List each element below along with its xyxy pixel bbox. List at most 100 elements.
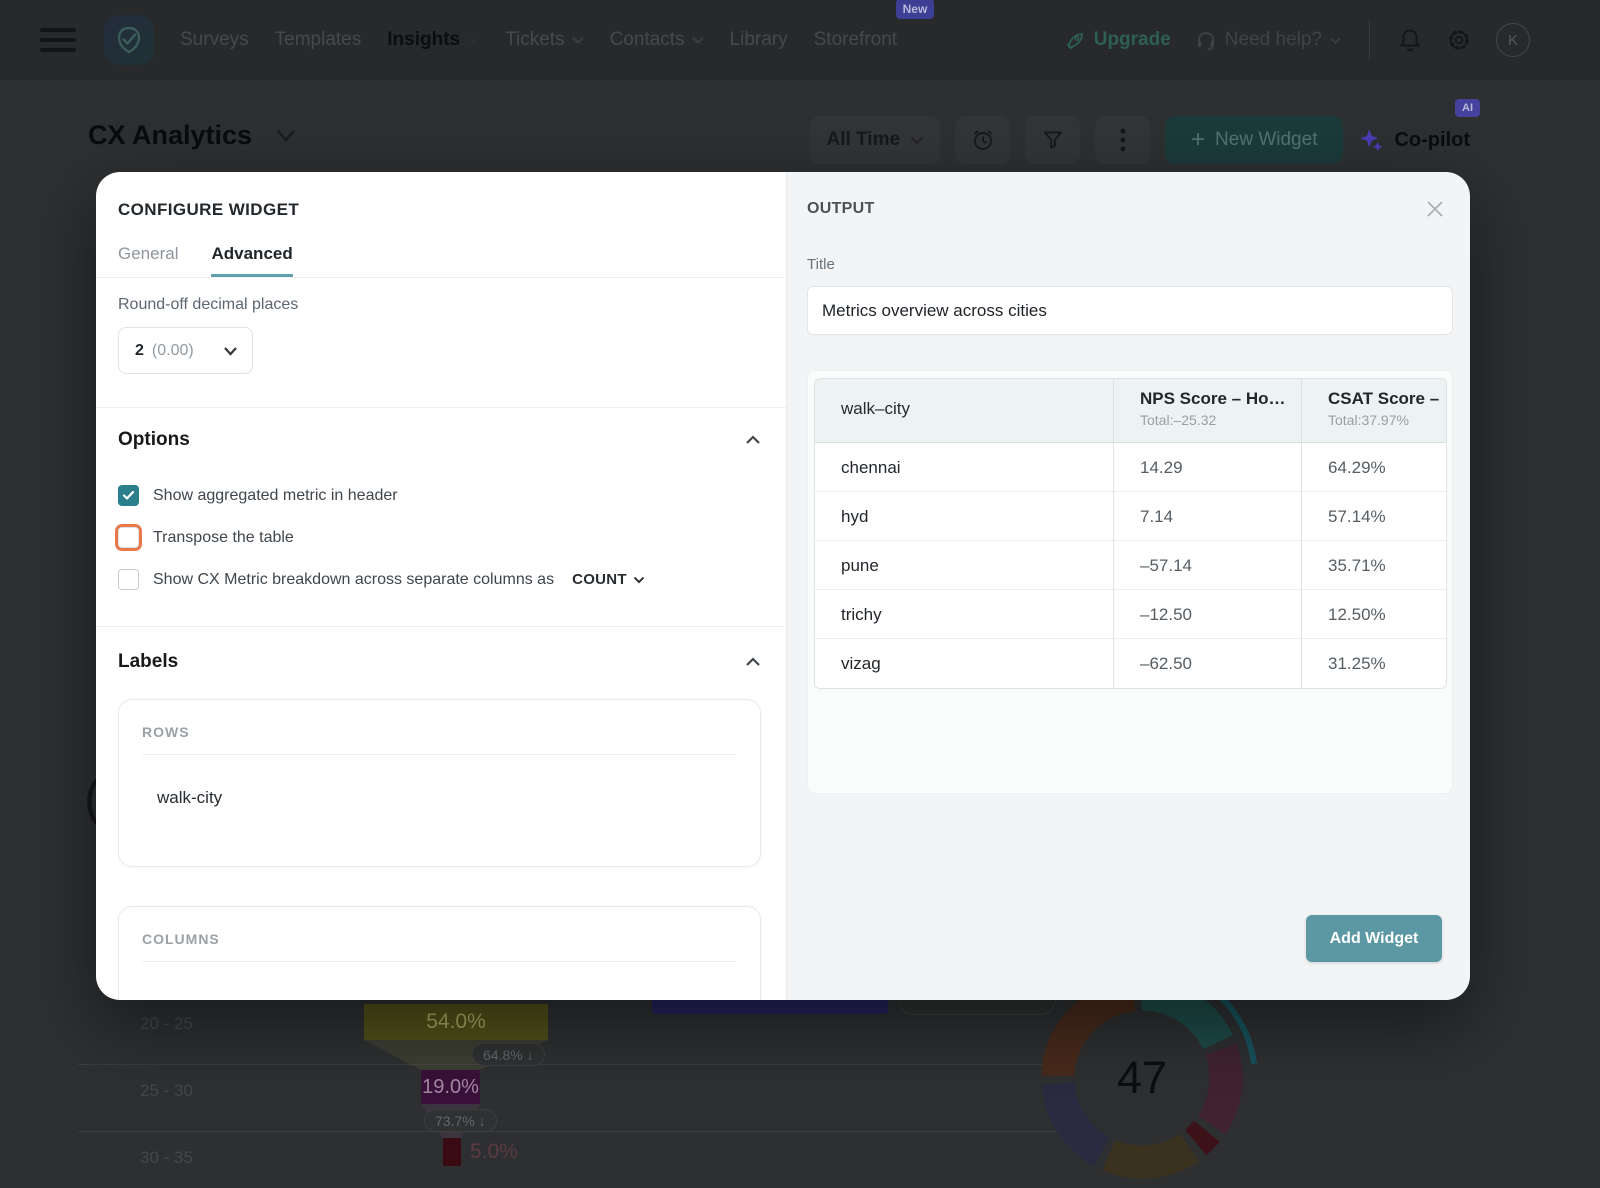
page-title: CX Analytics <box>88 120 253 150</box>
checkbox-label: Show aggregated metric in header <box>153 486 398 504</box>
funnel-bar[interactable]: 54.0% <box>364 1004 548 1040</box>
round-off-label: Round-off decimal places <box>118 296 299 313</box>
new-widget-button[interactable]: + New Widget <box>1165 116 1344 164</box>
funnel-row-label: 20 - 25 <box>140 1014 193 1033</box>
notifications-bell-icon[interactable] <box>1398 27 1422 53</box>
configure-panel: CONFIGURE WIDGET General Advanced Round-… <box>96 172 786 1000</box>
funnel-bar[interactable] <box>443 1138 461 1166</box>
copilot-button[interactable]: Co-pilot AI <box>1358 98 1480 154</box>
alarm-clock-icon <box>973 130 992 150</box>
round-off-value: 2 <box>135 341 144 359</box>
tab-general[interactable]: General <box>118 244 178 277</box>
chevron-down-icon <box>633 576 645 583</box>
checkbox-checked[interactable] <box>118 485 139 506</box>
more-options-button[interactable] <box>1095 116 1151 164</box>
table-cell: 35.71% <box>1301 541 1446 590</box>
checkbox-focused[interactable] <box>118 527 139 548</box>
table-cell: 31.25% <box>1301 639 1446 688</box>
top-navigation: Surveys Templates Insights Tickets Conta… <box>0 0 1600 80</box>
count-dropdown[interactable]: COUNT <box>572 571 645 588</box>
funnel-bar[interactable]: 19.0% <box>421 1070 480 1104</box>
nav-item-insights[interactable]: Insights <box>387 29 479 51</box>
settings-gear-icon[interactable] <box>1446 27 1472 53</box>
column-total: Total:–25.32 <box>1140 412 1217 428</box>
title-chevron-down-icon[interactable] <box>276 129 296 142</box>
nav-item-contacts[interactable]: Contacts <box>610 29 704 51</box>
new-widget-label: New Widget <box>1215 129 1318 150</box>
funnel-gridline <box>78 1131 1062 1132</box>
time-filter-label: All Time <box>826 129 901 150</box>
table-cell: vizag <box>815 639 1113 688</box>
avatar-initial: K <box>1507 31 1518 49</box>
rows-item-walk-city[interactable]: walk-city <box>119 755 760 808</box>
column-label: NPS Score – Ho… <box>1140 389 1286 408</box>
configure-widget-modal: CONFIGURE WIDGET General Advanced Round-… <box>96 172 1470 1000</box>
close-icon[interactable] <box>1425 199 1445 219</box>
checkbox-unchecked[interactable] <box>118 569 139 590</box>
need-help-label: Need help? <box>1224 29 1322 50</box>
round-off-select[interactable]: 2 (0.00) <box>118 327 253 374</box>
option-row-transpose: Transpose the table <box>118 527 761 548</box>
count-value: COUNT <box>572 571 627 588</box>
sparkle-icon <box>1360 128 1384 152</box>
schedule-alarm-button[interactable] <box>955 116 1011 164</box>
hamburger-menu-icon[interactable] <box>40 28 76 52</box>
nav-label: Tickets <box>505 29 565 50</box>
nav-item-library[interactable]: Library <box>730 29 788 51</box>
chevron-down-icon <box>1330 37 1341 44</box>
table-cell: 64.29% <box>1301 443 1446 492</box>
divider <box>96 407 786 408</box>
funnel-drop-badge: 73.7% ↓ <box>424 1109 497 1132</box>
user-avatar[interactable]: K <box>1496 23 1530 57</box>
output-panel: OUTPUT Title walk–city NPS Score – Ho… T… <box>786 172 1470 1000</box>
funnel-row-label: 25 - 30 <box>140 1081 193 1100</box>
divider <box>96 277 786 278</box>
output-heading: OUTPUT <box>807 200 875 217</box>
app-logo[interactable] <box>104 15 154 65</box>
table-cell: –57.14 <box>1113 541 1301 590</box>
nav-item-tickets[interactable]: Tickets <box>505 29 584 51</box>
title-field-label: Title <box>807 256 835 273</box>
chevron-down-icon <box>224 346 237 356</box>
nav-divider <box>1369 20 1370 60</box>
rows-dropzone: ROWS walk-city <box>118 699 761 867</box>
checkmark-icon <box>122 490 135 500</box>
table-header-cell: CSAT Score – Total:37.97% <box>1301 379 1446 443</box>
collapse-chevron-up-icon[interactable] <box>745 657 761 667</box>
table-cell: pune <box>815 541 1113 590</box>
nav-item-surveys[interactable]: Surveys <box>180 29 249 51</box>
new-badge: New <box>895 0 935 19</box>
table-cell: chennai <box>815 443 1113 492</box>
filter-button[interactable] <box>1025 116 1081 164</box>
labels-section-header: Labels <box>118 651 761 673</box>
collapse-chevron-up-icon[interactable] <box>745 435 761 445</box>
funnel-bar-value: 54.0% <box>426 1010 486 1033</box>
widget-title-input[interactable] <box>807 286 1453 335</box>
funnel-gridline <box>78 1064 1062 1065</box>
columns-dropzone: COLUMNS <box>118 906 761 1000</box>
chevron-down-icon <box>691 36 704 44</box>
nav-label: Library <box>729 29 788 50</box>
column-total: Total:37.97% <box>1328 412 1409 428</box>
table-cell: 57.14% <box>1301 492 1446 541</box>
add-widget-button[interactable]: Add Widget <box>1306 915 1442 962</box>
table-cell: hyd <box>815 492 1113 541</box>
table-cell: 7.14 <box>1113 492 1301 541</box>
nav-item-templates[interactable]: Templates <box>275 29 362 51</box>
option-row-aggregated-metric: Show aggregated metric in header <box>118 485 761 506</box>
table-cell: 12.50% <box>1301 590 1446 639</box>
tab-advanced[interactable]: Advanced <box>211 244 293 277</box>
rocket-icon <box>1066 32 1083 49</box>
drop-value: 73.7% ↓ <box>435 1112 486 1129</box>
widget-preview-card: walk–city NPS Score – Ho… Total:–25.32 C… <box>807 370 1453 794</box>
preview-table: walk–city NPS Score – Ho… Total:–25.32 C… <box>814 378 1447 689</box>
funnel-bar-value: 5.0% <box>470 1140 518 1163</box>
table-cell: –62.50 <box>1113 639 1301 688</box>
nav-item-storefront[interactable]: Storefront New <box>813 0 935 51</box>
checkbox-label: Transpose the table <box>153 528 294 546</box>
nav-label: Storefront <box>813 29 898 50</box>
time-filter-dropdown[interactable]: All Time <box>810 116 941 164</box>
column-label: walk–city <box>841 399 910 418</box>
need-help-button[interactable]: Need help? <box>1195 29 1341 51</box>
upgrade-button[interactable]: Upgrade <box>1065 29 1171 51</box>
